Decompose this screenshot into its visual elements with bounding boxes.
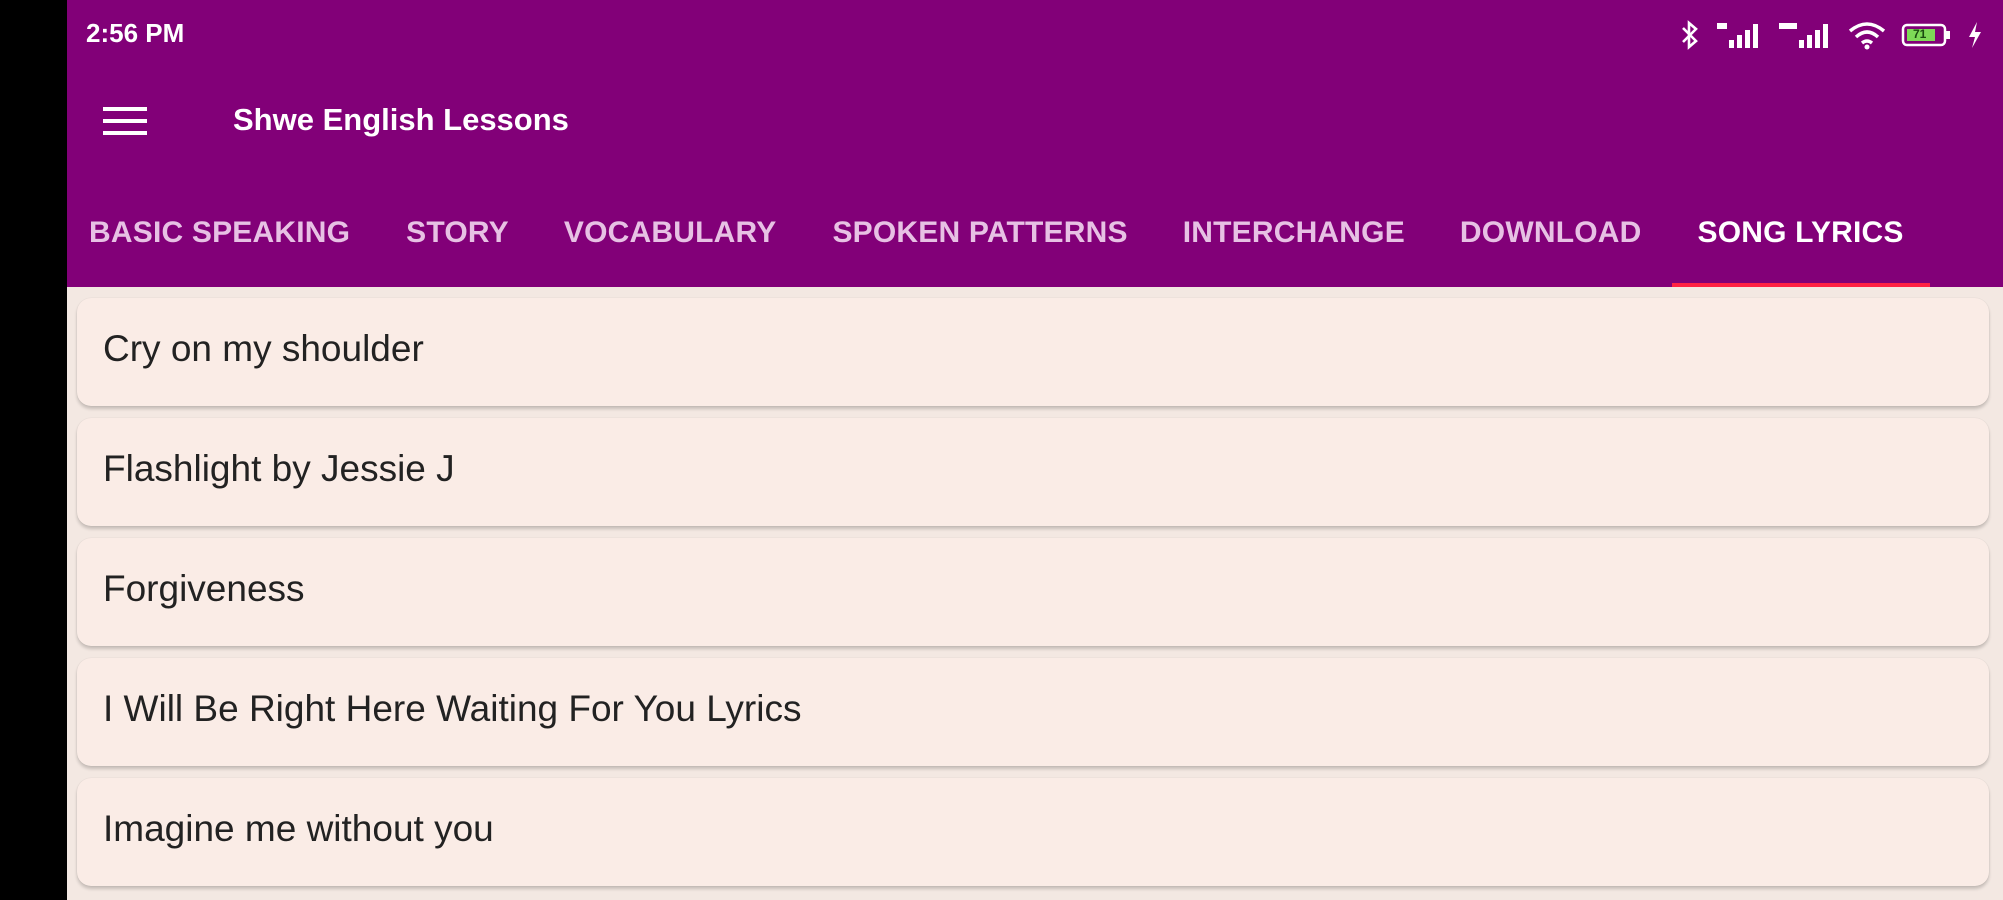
app-title: Shwe English Lessons (233, 102, 569, 137)
status-time: 2:56 PM (86, 18, 185, 48)
list-item[interactable]: Imagine me without you (77, 778, 1989, 886)
bluetooth-icon (1679, 20, 1701, 50)
list-item[interactable]: Flashlight by Jessie J (77, 418, 1989, 526)
tab-interchange[interactable]: INTERCHANGE (1183, 206, 1405, 287)
tab-basic-speaking[interactable]: BASIC SPEAKING (89, 206, 350, 287)
song-title: Imagine me without you (103, 808, 494, 849)
app-bar: 2:56 PM 71 Shwe English Lessons BASIC SP… (67, 0, 2003, 287)
list-item[interactable]: Forgiveness (77, 538, 1989, 646)
menu-button[interactable] (101, 99, 149, 147)
signal-icon (1777, 20, 1833, 50)
tab-bar: BASIC SPEAKING STORY VOCABULARY SPOKEN P… (67, 206, 2003, 287)
tab-download[interactable]: DOWNLOAD (1460, 206, 1642, 287)
status-icons: 71 (1679, 16, 1983, 54)
app-screen: 2:56 PM 71 Shwe English Lessons BASIC SP… (67, 0, 2003, 900)
wifi-icon (1847, 20, 1887, 50)
hamburger-menu-icon (103, 105, 147, 142)
signal-4g-icon (1715, 20, 1763, 50)
song-title: I Will Be Right Here Waiting For You Lyr… (103, 688, 802, 729)
tab-story[interactable]: STORY (406, 206, 509, 287)
tab-vocabulary[interactable]: VOCABULARY (564, 206, 777, 287)
tab-song-lyrics[interactable]: SONG LYRICS (1671, 206, 1930, 287)
charging-icon (1967, 20, 1983, 50)
list-item[interactable]: I Will Be Right Here Waiting For You Lyr… (77, 658, 1989, 766)
song-title: Flashlight by Jessie J (103, 448, 455, 489)
song-title: Forgiveness (103, 568, 305, 609)
battery-level: 71 (1913, 27, 1927, 41)
tab-spoken-patterns[interactable]: SPOKEN PATTERNS (832, 206, 1127, 287)
song-title: Cry on my shoulder (103, 328, 424, 369)
battery-icon: 71 (1901, 20, 1953, 50)
song-list: Cry on my shoulder Flashlight by Jessie … (77, 298, 1989, 898)
list-item[interactable]: Cry on my shoulder (77, 298, 1989, 406)
